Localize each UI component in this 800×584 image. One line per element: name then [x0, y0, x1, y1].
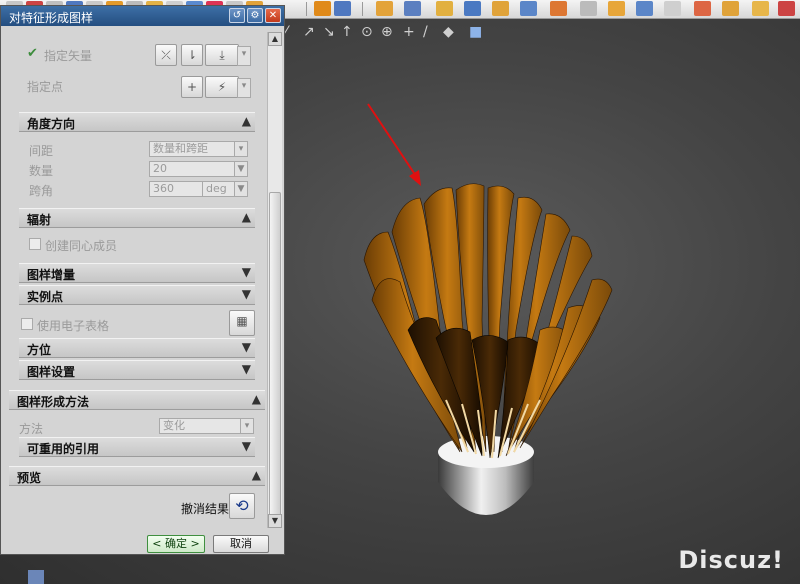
preview-title: 预览: [17, 471, 42, 485]
reset-icon[interactable]: ↺: [229, 8, 245, 23]
count-input[interactable]: 20: [149, 161, 235, 177]
reusable-reference-title: 可重用的引用: [27, 442, 100, 456]
radiate-header[interactable]: 辐射 ▲: [19, 208, 255, 228]
method-dropdown-icon[interactable]: ▾: [240, 418, 254, 434]
ok-button[interactable]: < 确定 >: [147, 535, 205, 553]
axis-triad: [28, 570, 44, 584]
pattern-settings-title: 图样设置: [27, 365, 76, 379]
close-icon[interactable]: ✕: [265, 8, 281, 23]
vector-label: 指定矢量: [44, 49, 93, 63]
chevron-down-icon: ▼: [241, 287, 251, 301]
pattern-settings-header[interactable]: 图样设置 ▼: [19, 360, 255, 380]
count-spinner-icon[interactable]: ▼: [234, 161, 248, 177]
reverse-direction-icon[interactable]: ⇂: [181, 44, 203, 66]
scrollbar-thumb[interactable]: [269, 192, 281, 517]
orientation-header[interactable]: 方位 ▼: [19, 338, 255, 358]
chevron-up-icon: ▲: [251, 468, 261, 482]
count-label: 数量: [29, 164, 54, 178]
vector-dialog-icon[interactable]: ⤫: [155, 44, 177, 66]
angle-direction-title: 角度方向: [27, 117, 76, 131]
orientation-title: 方位: [27, 343, 52, 357]
red-arrow-annotation: [367, 103, 421, 186]
span-label: 跨角: [29, 184, 54, 198]
method-select[interactable]: 变化: [159, 418, 241, 434]
chevron-down-icon: ▼: [241, 265, 251, 279]
increment-title: 图样增量: [27, 268, 76, 282]
reusable-reference-header[interactable]: 可重用的引用 ▼: [19, 437, 255, 457]
spacing-select[interactable]: 数量和跨距: [149, 141, 235, 157]
angle-direction-header[interactable]: 角度方向 ▲: [19, 112, 255, 132]
chevron-up-icon: ▲: [241, 114, 251, 128]
undo-result-button[interactable]: ⟲: [229, 493, 255, 519]
vector-type-icon[interactable]: ⤓: [205, 44, 239, 66]
instance-point-header[interactable]: 实例点 ▼: [19, 285, 255, 305]
span-input[interactable]: 360: [149, 181, 203, 197]
pattern-method-title: 图样形成方法: [17, 395, 90, 409]
undo-result-label: 撤消结果: [181, 502, 230, 516]
spreadsheet-icon[interactable]: ▦: [229, 310, 255, 336]
cancel-button[interactable]: 取消: [213, 535, 269, 553]
span-unit: deg: [202, 181, 235, 197]
radiate-title: 辐射: [27, 213, 52, 227]
pattern-feature-dialog: 对特征形成图样 ↺ ⚙ ✕ ✔ 指定矢量 ⤫ ⇂ ⤓ ▾ 指定点 + ⚡ ▾ 角…: [0, 5, 285, 555]
increment-header[interactable]: 图样增量 ▼: [19, 263, 255, 283]
point-label: 指定点: [27, 80, 64, 94]
chevron-up-icon: ▲: [251, 392, 261, 406]
method-label: 方法: [19, 422, 44, 436]
spreadsheet-checkbox[interactable]: [21, 318, 33, 330]
check-icon: ✔: [27, 46, 38, 61]
dialog-scrollbar[interactable]: ▲ ▼: [267, 32, 282, 528]
pattern-method-header[interactable]: 图样形成方法 ▲: [9, 390, 265, 410]
dialog-content: ✔ 指定矢量 ⤫ ⇂ ⤓ ▾ 指定点 + ⚡ ▾ 角度方向 ▲ 间距 数量和跨距…: [9, 30, 265, 527]
vector-dropdown-icon[interactable]: ▾: [237, 46, 251, 66]
scroll-down-icon[interactable]: ▼: [268, 514, 282, 528]
scroll-up-icon[interactable]: ▲: [268, 32, 282, 46]
dialog-titlebar[interactable]: 对特征形成图样 ↺ ⚙ ✕: [1, 6, 284, 26]
instance-point-title: 实例点: [27, 290, 64, 304]
chevron-down-icon: ▼: [241, 439, 251, 453]
dialog-title: 对特征形成图样: [9, 11, 94, 25]
chevron-down-icon: ▼: [241, 340, 251, 354]
concentric-label: 创建同心成员: [45, 239, 118, 253]
span-spinner-icon[interactable]: ▼: [234, 181, 248, 197]
concentric-checkbox[interactable]: [29, 238, 41, 250]
preview-header[interactable]: 预览 ▲: [9, 466, 265, 486]
chevron-up-icon: ▲: [241, 210, 251, 224]
spreadsheet-label: 使用电子表格: [37, 319, 110, 333]
gear-icon[interactable]: ⚙: [247, 8, 263, 23]
point-dialog-icon[interactable]: +: [181, 76, 203, 98]
spacing-dropdown-icon[interactable]: ▾: [234, 141, 248, 157]
point-type-icon[interactable]: ⚡: [205, 76, 239, 98]
watermark: Discuz!: [678, 546, 784, 574]
chevron-down-icon: ▼: [241, 362, 251, 376]
point-dropdown-icon[interactable]: ▾: [237, 78, 251, 98]
spacing-label: 间距: [29, 144, 54, 158]
